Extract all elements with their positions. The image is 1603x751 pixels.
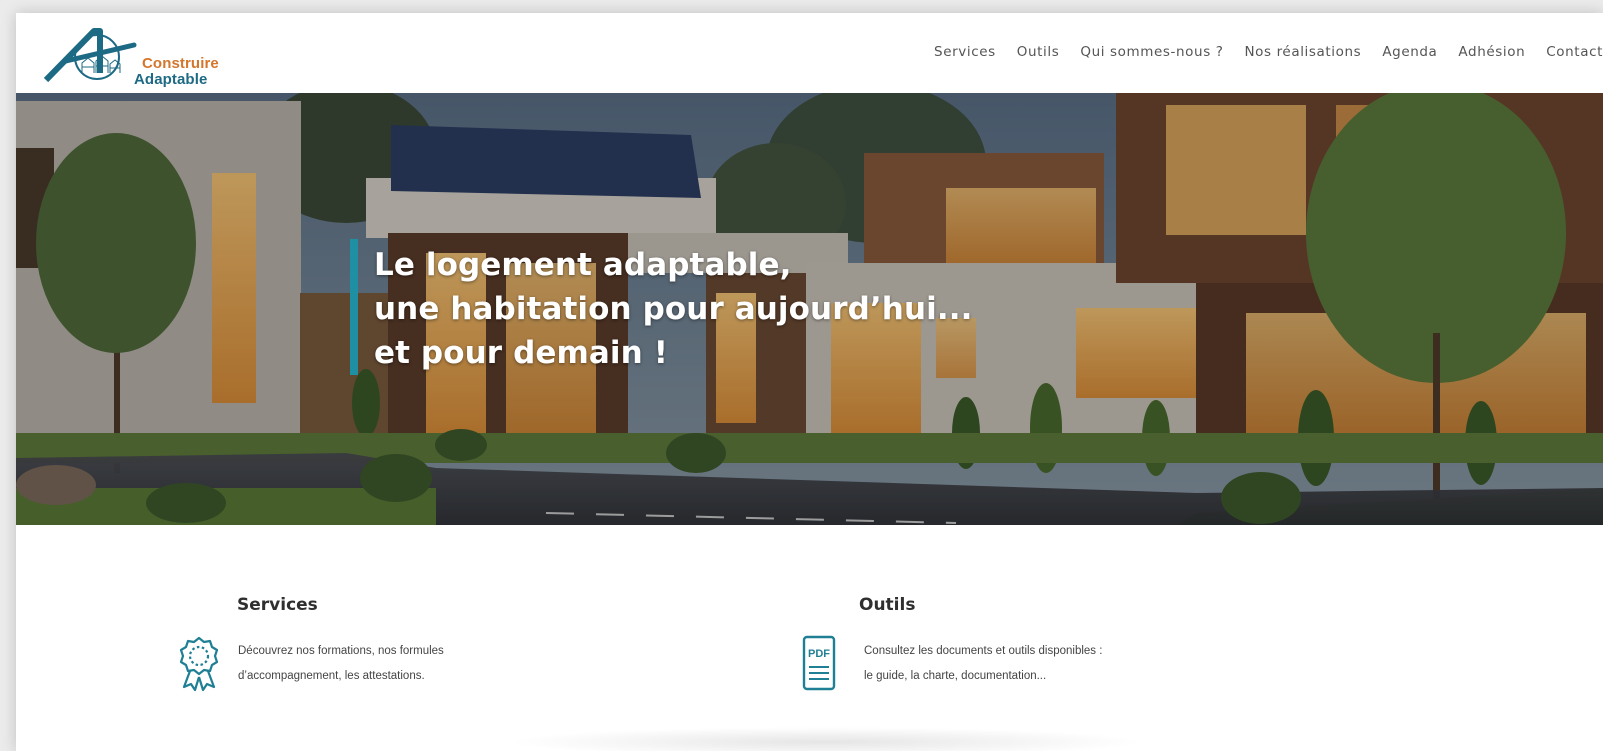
hero-title: Le logement adaptable, une habitation po… bbox=[374, 243, 972, 375]
logo-mark-icon bbox=[43, 28, 137, 83]
hero-title-line1: Le logement adaptable, bbox=[374, 247, 792, 283]
services-card-text: Découvrez nos formations, nos formules d… bbox=[238, 639, 444, 689]
nav-item-agenda[interactable]: Agenda bbox=[1382, 44, 1437, 60]
services-card-line1: Découvrez nos formations, nos formules bbox=[238, 645, 444, 657]
logo-text-line1: Construire bbox=[142, 55, 219, 72]
nav-item-services[interactable]: Services bbox=[934, 44, 996, 60]
hero-title-line3: et pour demain ! bbox=[374, 335, 668, 371]
pdf-icon: PDF bbox=[802, 635, 836, 691]
section-shadow bbox=[506, 727, 1146, 751]
hero-accent-bar bbox=[350, 239, 358, 375]
services-card-title[interactable]: Services bbox=[237, 595, 318, 615]
services-card-line2: d’accompagnement, les attestations. bbox=[238, 670, 425, 682]
outils-card-text: Consultez les documents et outils dispon… bbox=[864, 639, 1102, 689]
nav-item-outils[interactable]: Outils bbox=[1017, 44, 1060, 60]
page-frame: Construire Adaptable Services Outils Qui… bbox=[16, 13, 1603, 751]
main-nav: Services Outils Qui sommes-nous ? Nos ré… bbox=[913, 44, 1603, 60]
badge-icon bbox=[179, 636, 219, 692]
nav-item-nos-realisations[interactable]: Nos réalisations bbox=[1244, 44, 1361, 60]
nav-item-qui-sommes-nous[interactable]: Qui sommes-nous ? bbox=[1080, 44, 1223, 60]
site-logo[interactable]: Construire Adaptable bbox=[42, 23, 222, 88]
site-header: Construire Adaptable Services Outils Qui… bbox=[16, 13, 1603, 93]
outils-card-title[interactable]: Outils bbox=[859, 595, 915, 615]
nav-item-adhesion[interactable]: Adhésion bbox=[1458, 44, 1525, 60]
nav-item-contact[interactable]: Contact bbox=[1546, 44, 1603, 60]
outils-card-line2: le guide, la charte, documentation... bbox=[864, 670, 1047, 682]
hero-banner: Le logement adaptable, une habitation po… bbox=[16, 93, 1603, 525]
logo-text-line2: Adaptable bbox=[134, 71, 208, 88]
hero-title-line2: une habitation pour aujourd’hui... bbox=[374, 291, 973, 327]
outils-card-line1: Consultez les documents et outils dispon… bbox=[864, 645, 1103, 657]
pdf-icon-label: PDF bbox=[808, 648, 830, 660]
